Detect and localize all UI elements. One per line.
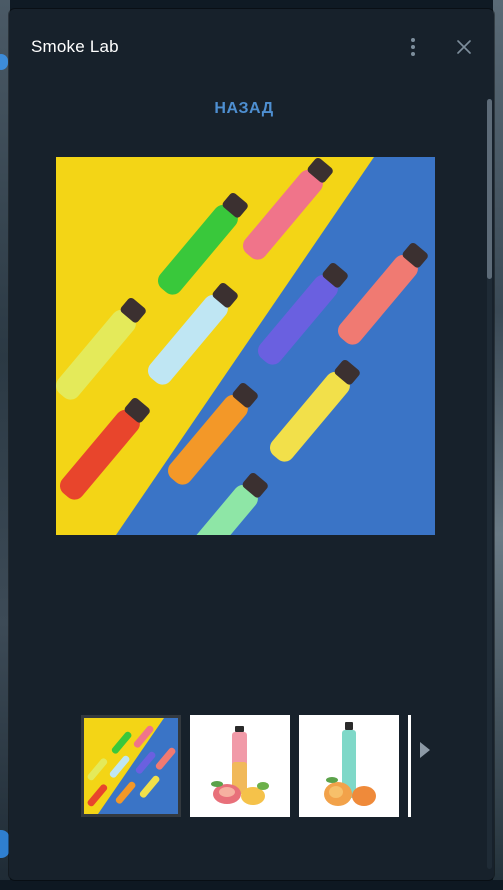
background-app-right bbox=[493, 0, 503, 890]
thumbnail-image-3[interactable] bbox=[299, 715, 399, 817]
kebab-vertical-icon bbox=[411, 38, 415, 42]
chevron-right-icon bbox=[420, 742, 430, 758]
kebab-dot bbox=[411, 52, 415, 56]
next-image-button[interactable] bbox=[414, 735, 436, 765]
more-menu-button[interactable] bbox=[403, 29, 423, 65]
thumbnail-image-2[interactable] bbox=[190, 715, 290, 817]
kebab-dot bbox=[411, 45, 415, 49]
bottom-bar bbox=[0, 880, 503, 890]
thumbnail-image-1[interactable] bbox=[81, 715, 181, 817]
thumbnail-strip[interactable] bbox=[81, 715, 411, 817]
scrollbar-thumb[interactable] bbox=[487, 99, 492, 279]
back-link[interactable]: НАЗАД bbox=[9, 100, 479, 118]
close-button[interactable] bbox=[449, 29, 479, 65]
thumbnail-image-4[interactable] bbox=[408, 715, 411, 817]
dialog-title: Smoke Lab bbox=[31, 37, 119, 56]
main-product-image bbox=[56, 157, 435, 535]
close-icon bbox=[457, 40, 471, 54]
scrollbar[interactable] bbox=[487, 99, 492, 869]
media-dialog: Smoke Lab НАЗАД bbox=[9, 9, 494, 880]
